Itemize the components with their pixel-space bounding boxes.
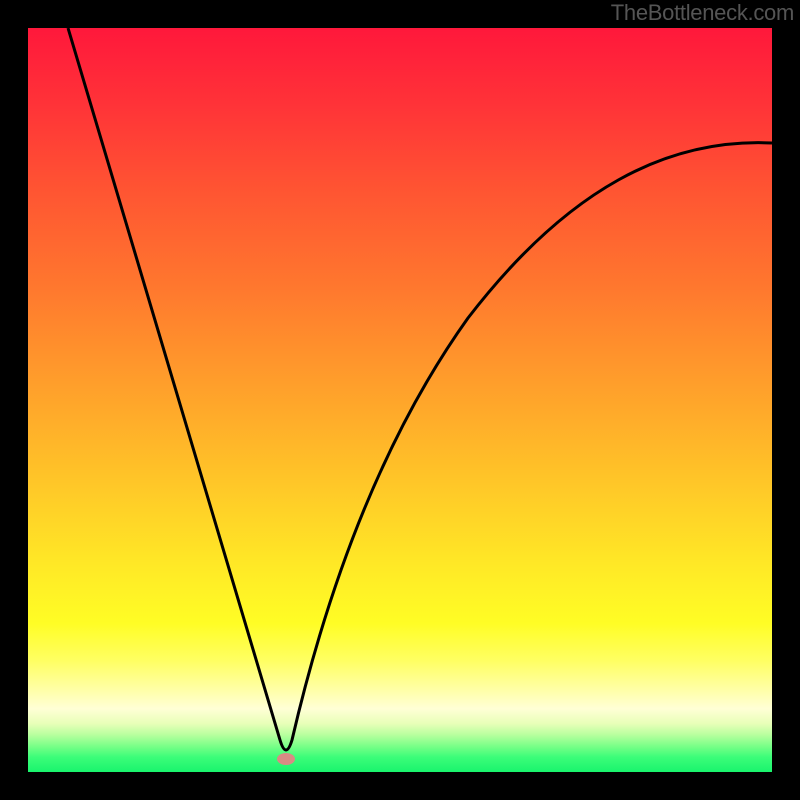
chart-container: TheBottleneck.com	[0, 0, 800, 800]
optimal-point-marker	[277, 753, 295, 765]
watermark-text: TheBottleneck.com	[611, 0, 794, 26]
plot-area	[28, 28, 772, 772]
bottleneck-curve	[28, 28, 772, 772]
